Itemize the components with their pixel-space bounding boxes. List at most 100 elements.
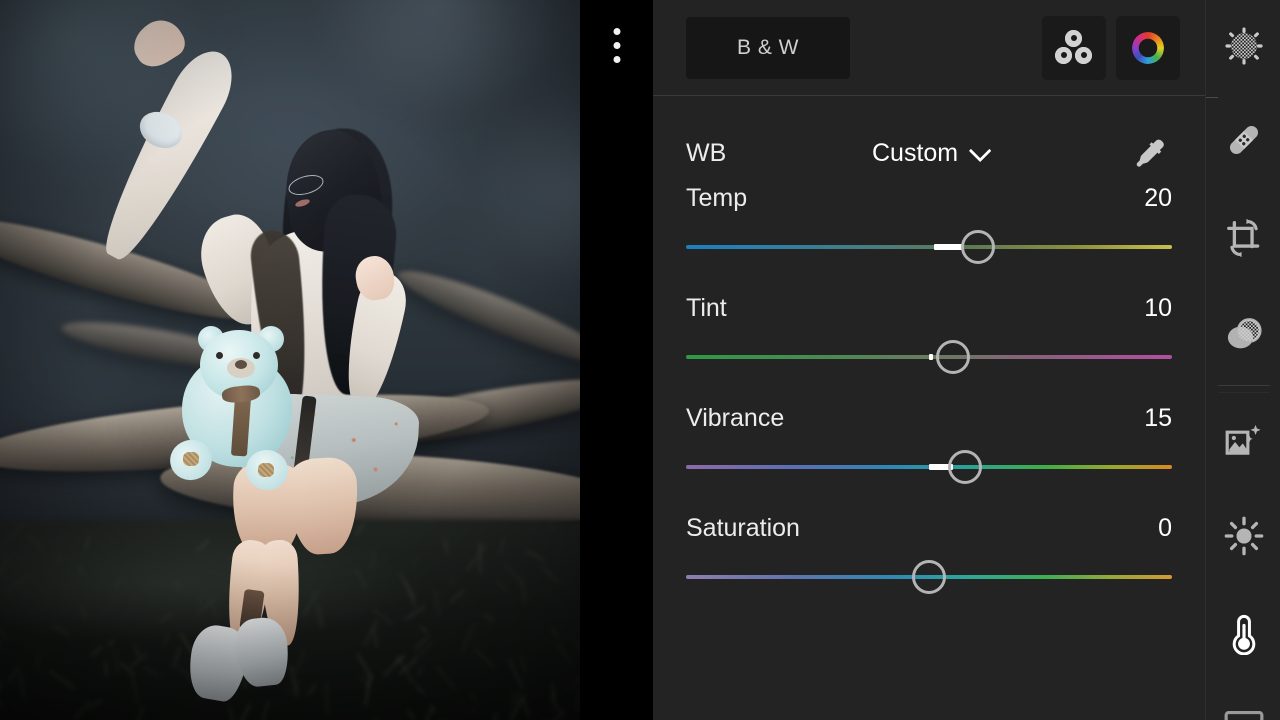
photo-image <box>0 0 580 720</box>
dot-icon <box>613 56 620 63</box>
color-mixer-button[interactable] <box>1042 15 1106 80</box>
photo-grass-blade <box>525 549 545 562</box>
slider-vibrance: Vibrance 15 <box>686 404 1172 484</box>
tool-effects[interactable] <box>1206 700 1280 720</box>
photo-grass-blade <box>0 549 9 558</box>
slider-fill <box>933 244 964 250</box>
color-wheel-button[interactable] <box>1116 15 1180 80</box>
photo-teddy-paw-pad <box>258 463 274 477</box>
photo-grass-blade <box>484 712 498 720</box>
photo-grass-blade <box>91 645 104 657</box>
slider-value: 0 <box>1158 514 1172 542</box>
photo-grass-blade <box>435 665 457 691</box>
photo-grass-blade <box>130 672 140 704</box>
photo-grass-blade <box>469 704 478 715</box>
photo-grass-blade <box>482 613 495 623</box>
photo-canvas[interactable] <box>0 0 580 720</box>
photo-grass-blade <box>549 520 555 532</box>
photo-grass-blade <box>83 536 90 552</box>
photo-grass-blade <box>541 564 560 584</box>
panel-toolbar: B & W <box>653 0 1205 95</box>
photo-grass-blade <box>372 714 380 720</box>
photo-grass-blade <box>0 680 3 703</box>
slider-value: 15 <box>1144 404 1172 432</box>
photo-grass-blade <box>73 699 91 720</box>
slider-header: Saturation 0 <box>686 514 1172 543</box>
photo-grass-blade <box>449 589 465 603</box>
slider-track-area[interactable] <box>686 340 1172 374</box>
slider-label: Temp <box>686 184 748 212</box>
photo-teddy-nose <box>235 360 247 369</box>
photo-grass-blade <box>519 655 528 674</box>
photo-teddy-paw-pad <box>183 452 199 466</box>
photo-grass-blade <box>0 621 8 639</box>
photo-grass-blade <box>471 694 478 703</box>
slider-header: Temp 20 <box>686 184 1172 213</box>
photo-grass-blade <box>510 690 515 708</box>
tool-color[interactable] <box>1206 606 1280 662</box>
slider-label: Vibrance <box>686 404 785 432</box>
white-balance-dropdown[interactable]: Custom <box>872 139 1126 168</box>
more-options-button[interactable] <box>613 28 620 63</box>
photo-grass-blade <box>6 574 32 592</box>
photo-grass-blade <box>107 638 114 648</box>
tool-masking[interactable] <box>1206 306 1280 362</box>
tool-crop[interactable] <box>1206 210 1280 266</box>
chevron-down-icon <box>968 139 992 163</box>
photo-grass-blade <box>162 634 171 647</box>
photo-grass-blade <box>294 649 306 675</box>
photo-grass-blade <box>172 646 182 669</box>
light-sun-icon <box>1224 516 1263 556</box>
photo-grass-blade <box>503 562 523 584</box>
auto-enhance-icon <box>1225 424 1261 455</box>
photo-grass-blade <box>416 686 424 694</box>
slider-header: Vibrance 15 <box>686 404 1172 433</box>
slider-saturation: Saturation 0 <box>686 514 1172 594</box>
slider-header: Tint 10 <box>686 294 1172 323</box>
photo-grass-blade <box>113 652 119 676</box>
slider-label: Tint <box>686 294 727 322</box>
slider-tint: Tint 10 <box>686 294 1172 374</box>
eyedropper-button[interactable] <box>1126 130 1172 176</box>
slider-track-area[interactable] <box>686 450 1172 484</box>
tool-auto-enhance[interactable] <box>1206 414 1280 470</box>
panel-content: WB Custom Temp 20 Tint 10 Vibrance 15 Sa… <box>653 96 1205 594</box>
tool-heal[interactable] <box>1206 18 1280 74</box>
photo-grass-blade <box>316 604 324 629</box>
photo-grass-blade <box>554 641 571 663</box>
photo-grass-blade <box>473 647 495 669</box>
photo-grass-blade <box>495 579 509 592</box>
photo-grass-blade <box>260 701 270 720</box>
slider-value: 20 <box>1144 184 1172 212</box>
photo-grass-blade <box>550 627 559 638</box>
photo-grass-blade <box>18 672 25 698</box>
photo-grass-blade <box>433 590 440 618</box>
photo-grass-blade <box>142 666 161 678</box>
bw-button[interactable]: B & W <box>686 16 850 79</box>
photo-grass-blade <box>131 705 145 720</box>
photo-grass-blade <box>0 557 10 583</box>
editor-window: B & W WB Custom Temp 20 Tint 10 Vibrance… <box>0 0 1280 720</box>
photo-grass-blade <box>0 696 3 708</box>
dot-icon <box>613 28 620 35</box>
tool-light[interactable] <box>1206 508 1280 564</box>
slider-track-area[interactable] <box>686 230 1172 264</box>
slider-knob[interactable] <box>912 560 946 594</box>
slider-knob[interactable] <box>960 230 995 264</box>
white-balance-value: Custom <box>872 138 959 167</box>
slider-knob[interactable] <box>948 450 983 484</box>
slider-temp: Temp 20 <box>686 184 1172 264</box>
edit-panel: B & W WB Custom Temp 20 Tint 10 Vibrance… <box>653 0 1205 720</box>
photo-grass-blade <box>522 699 530 718</box>
photo-grass-blade <box>412 556 418 568</box>
slider-fill <box>929 354 933 360</box>
photo-grass-blade <box>51 624 71 638</box>
photo-grass-blade <box>421 707 434 720</box>
tool-sidebar <box>1205 0 1280 720</box>
effects-icon <box>1224 711 1263 720</box>
photo-grass-blade <box>114 577 123 589</box>
slider-track-area[interactable] <box>686 560 1172 594</box>
tool-retouch[interactable] <box>1206 112 1280 168</box>
slider-knob[interactable] <box>936 340 971 374</box>
photo-grass-blade <box>478 541 481 574</box>
